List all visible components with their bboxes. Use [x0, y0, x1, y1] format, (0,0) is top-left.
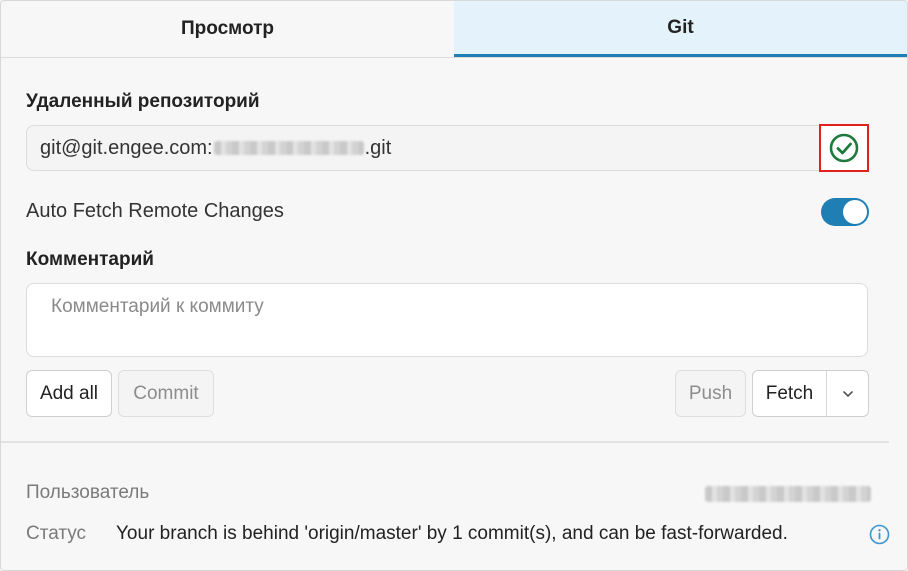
- redacted-user-name: [705, 486, 871, 502]
- remote-repo-prefix: git@git.engee.com:: [40, 136, 213, 159]
- user-label: Пользователь: [26, 482, 150, 503]
- fetch-split-button: Fetch: [752, 370, 869, 417]
- commit-comment-input[interactable]: Комментарий к коммиту: [26, 283, 868, 357]
- tab-bar: Просмотр Git: [1, 1, 907, 58]
- check-circle-icon: [829, 133, 859, 163]
- commit-button[interactable]: Commit: [118, 370, 214, 417]
- remote-repo-suffix: .git: [364, 136, 392, 159]
- chevron-down-icon: [842, 390, 853, 397]
- auto-fetch-toggle[interactable]: [821, 198, 869, 226]
- fetch-dropdown-toggle[interactable]: [827, 371, 868, 416]
- tab-git[interactable]: Git: [454, 1, 907, 57]
- connection-status-button[interactable]: [819, 124, 869, 172]
- push-button[interactable]: Push: [675, 370, 746, 417]
- comment-label: Комментарий: [26, 249, 154, 270]
- remote-repo-label: Удаленный репозиторий: [26, 91, 260, 112]
- tab-preview[interactable]: Просмотр: [1, 1, 454, 57]
- remote-repo-field[interactable]: git@git.engee.com: .git: [26, 125, 868, 171]
- status-text: Your branch is behind 'origin/master' by…: [116, 523, 788, 544]
- status-label: Статус: [26, 523, 87, 544]
- git-panel: Просмотр Git Удаленный репозиторий git@g…: [0, 0, 908, 571]
- redacted-repo-name: [213, 141, 364, 155]
- fetch-button[interactable]: Fetch: [753, 371, 827, 416]
- section-divider: [1, 441, 889, 443]
- add-all-button[interactable]: Add all: [26, 370, 112, 417]
- info-icon[interactable]: [869, 524, 890, 550]
- auto-fetch-label: Auto Fetch Remote Changes: [26, 200, 284, 222]
- toggle-knob: [843, 200, 867, 224]
